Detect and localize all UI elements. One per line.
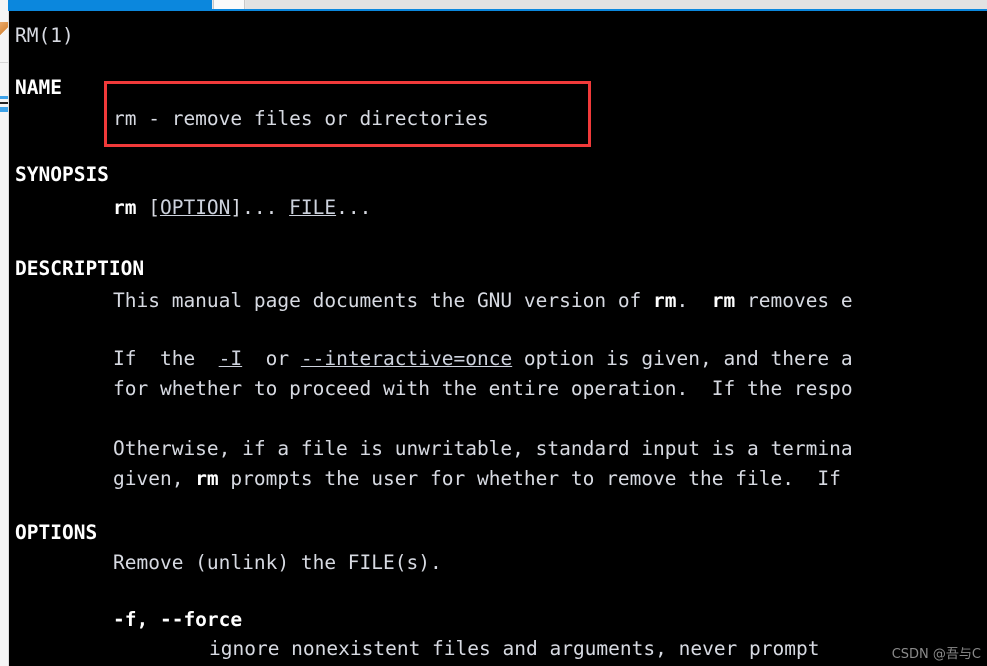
watermark-text: CSDN @吾与C [891,647,981,662]
synopsis-line: rm [OPTION]... FILE... [113,196,372,219]
synopsis-command: rm [113,196,137,219]
options-intro-line: Remove (unlink) the FILE(s). [113,551,442,574]
document-icon[interactable] [0,96,8,112]
section-heading-description: DESCRIPTION [15,257,145,280]
option-force-term: -f, --force [113,605,242,635]
terminal-manpage-view[interactable]: RM(1) NAME rm - remove files or director… [9,11,987,666]
inline-bold-rm-3: rm [195,467,219,490]
option-force-description: ignore nonexistent files and arguments, … [209,637,820,660]
section-heading-name: NAME [15,76,62,99]
description-line-4: Otherwise, if a file is unwritable, stan… [113,437,853,460]
description-line-2: If the -I or --interactive=once option i… [113,347,853,370]
screenshot-root: RM(1) NAME rm - remove files or director… [0,0,987,666]
option-force-flags: -f, --force [113,608,243,631]
rail-divider [0,62,8,63]
synopsis-option-token: OPTION [159,196,231,219]
manpage-header: RM(1) [15,24,74,47]
bookmark-icon[interactable] [0,22,8,36]
inline-bold-rm: rm [653,289,677,312]
browser-tab-strip[interactable] [8,0,987,11]
section-heading-options: OPTIONS [15,521,98,544]
synopsis-file-token: FILE [289,196,337,219]
description-line-3: for whether to proceed with the entire o… [113,377,853,400]
description-line-1: This manual page documents the GNU versi… [113,289,853,312]
description-line-5: given, rm prompts the user for whether t… [113,467,841,490]
section-heading-synopsis: SYNOPSIS [15,163,109,186]
option-interactive-once-token: --interactive=once [300,347,513,370]
name-description-line: rm - remove files or directories [113,107,489,130]
left-sidebar-rail[interactable] [0,0,9,666]
option-I-token: -I [218,347,243,370]
inline-bold-rm-2: rm [711,289,736,312]
